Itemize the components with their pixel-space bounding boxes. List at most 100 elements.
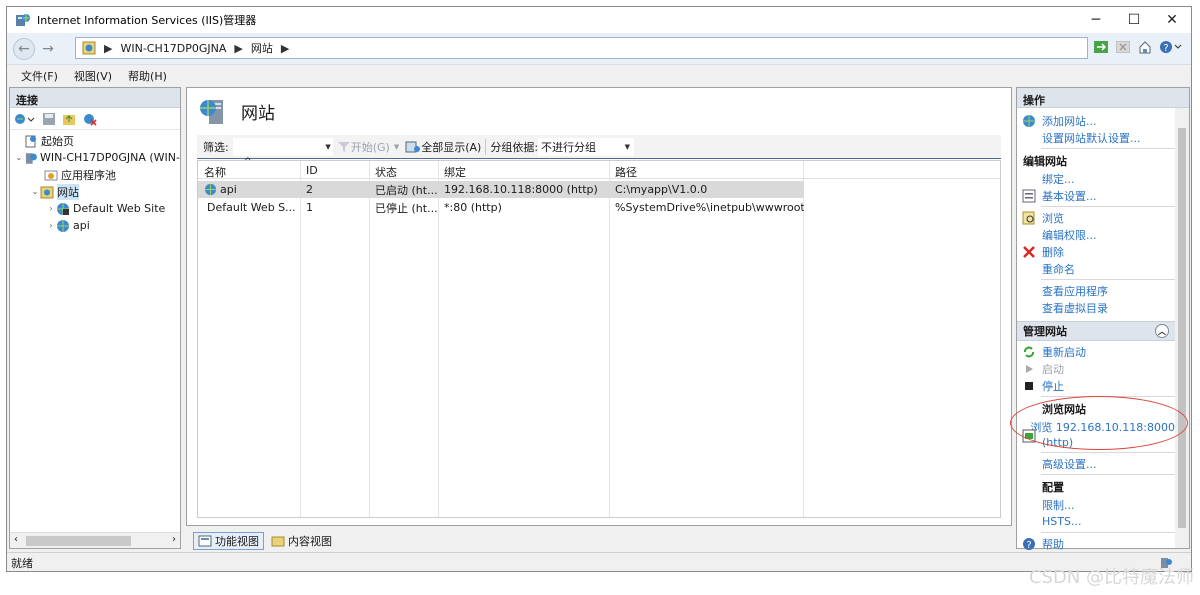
collapse-chevron-icon[interactable]: ⌄ [30,187,40,196]
table-row[interactable]: api 2 已启动 (ht... 192.168.10.118:8000 (ht… [198,181,804,198]
menu-help[interactable]: 帮助(H) [128,68,167,84]
connections-hscrollbar[interactable]: ‹ › [10,532,180,548]
action-advanced-settings[interactable]: 高级设置... [1017,455,1175,472]
collapse-chevron-icon[interactable]: ︿ [1155,324,1169,338]
vscroll-thumb[interactable] [1178,128,1186,528]
action-start[interactable]: 启动 [1017,360,1175,377]
group-by-select[interactable]: 不进行分组 ▼ [538,137,635,156]
breadcrumb-sites[interactable]: 网站 [251,40,273,56]
action-help[interactable]: ? 帮助 [1017,535,1175,552]
features-view-icon [198,535,212,547]
page-title: 网站 [199,96,275,126]
minimize-button[interactable]: ─ [1077,7,1115,33]
delete-x-icon [1021,244,1037,260]
table-row[interactable]: Default Web S... 1 已停止 (ht... *:80 (http… [198,199,804,216]
filter-input[interactable]: ▼ [232,137,333,156]
action-add-site[interactable]: 添加网站... [1017,112,1175,129]
address-row: ← → ▶ WIN-CH17DP0GJNA ▶ 网站 ▶ ? [7,33,1191,65]
save-icon[interactable] [42,112,56,126]
filter-label: 筛选: [203,140,229,154]
action-edit-permissions[interactable]: 编辑权限... [1017,226,1175,243]
divider [1041,452,1175,453]
maximize-button[interactable]: ☐ [1115,7,1153,33]
scroll-right-icon[interactable]: › [172,534,176,545]
refresh-icon[interactable] [1093,39,1109,55]
help-circle-icon: ? [1021,536,1037,552]
cell-name: api [198,181,300,198]
iis-app-icon [16,14,30,26]
up-folder-icon[interactable] [62,112,76,126]
breadcrumb-separator-icon: ▶ [280,41,290,55]
scroll-left-icon[interactable]: ‹ [14,534,18,545]
back-button[interactable]: ← [13,38,35,60]
dropdown-arrow-icon[interactable]: ▼ [325,143,330,151]
action-rename[interactable]: 重命名 [1017,260,1175,277]
window-title: Internet Information Services (IIS)管理器 [37,14,257,27]
column-header-status[interactable]: 状态 [369,161,438,179]
hscroll-thumb[interactable] [26,536,131,546]
forward-button[interactable]: → [37,38,59,60]
breadcrumb-server[interactable]: WIN-CH17DP0GJNA [120,42,226,55]
action-browse[interactable]: 浏览 [1017,209,1175,226]
divider [1041,206,1175,207]
home-icon[interactable] [1137,39,1153,55]
breadcrumb-separator-icon: ▶ [104,41,113,55]
tree-item-sites[interactable]: ⌄ 网站 [10,183,180,200]
column-header-binding[interactable]: 绑定 [438,161,609,179]
connections-tree: 起始页 ⌄ WIN-CH17DP0GJNA (WIN- 应用程序池 ⌄ 网站 ›… [10,130,180,234]
start-filter-button[interactable]: 开始(G) [337,139,390,155]
section-edit-site: 编辑网站 [1023,154,1067,168]
status-bar: 就绪 [7,552,1191,571]
view-tabs: 功能视图 内容视图 [193,532,337,550]
show-all-button[interactable]: 全部显示(A) [405,139,481,155]
expand-chevron-icon[interactable]: › [46,204,56,213]
action-view-virtual-dirs[interactable]: 查看虚拟目录 [1017,299,1175,316]
delete-connection-icon[interactable] [82,112,98,126]
stop-icon[interactable] [1115,39,1131,55]
forward-arrow-icon: → [42,41,54,57]
svg-text:?: ? [1026,540,1031,551]
cell-binding: 192.168.10.118:8000 (http) [444,183,598,196]
tree-item-app-pools[interactable]: 应用程序池 [10,166,180,183]
action-limits[interactable]: 限制... [1017,496,1175,513]
section-configure: 配置 [1042,480,1064,494]
dropdown-arrow-icon[interactable]: ▼ [394,143,399,151]
action-restart[interactable]: 重新启动 [1017,343,1175,360]
action-view-applications[interactable]: 查看应用程序 [1017,282,1175,299]
action-delete[interactable]: 删除 [1017,243,1175,260]
action-stop[interactable]: 停止 [1017,377,1175,394]
actions-header: 操作 [1017,88,1189,108]
action-bindings[interactable]: 绑定... [1017,170,1175,187]
show-all-icon [405,141,421,152]
expand-chevron-icon[interactable]: › [46,221,56,230]
menu-view[interactable]: 视图(V) [74,68,112,84]
close-button[interactable]: ✕ [1153,7,1191,33]
table-header: 名称 ^ ID 状态 绑定 路径 [198,157,1000,179]
tree-item-server[interactable]: ⌄ WIN-CH17DP0GJNA (WIN- [10,149,180,166]
action-hsts[interactable]: HSTS... [1017,513,1175,530]
connect-icon[interactable] [14,112,36,126]
divider [1041,474,1175,475]
tree-item-api[interactable]: › api [10,217,180,234]
menu-file[interactable]: 文件(F) [21,68,58,84]
group-by-label: 分组依据: [490,140,539,154]
action-basic-settings[interactable]: 基本设置... [1017,187,1175,204]
column-header-name[interactable]: 名称 ^ [198,157,300,179]
action-site-defaults[interactable]: 设置网站默认设置... [1017,129,1175,146]
add-site-icon [1021,113,1037,129]
actions-vscrollbar[interactable] [1175,108,1189,548]
connections-header: 连接 [10,88,180,108]
collapse-chevron-icon[interactable]: ⌄ [14,153,24,162]
connections-pane: 连接 起始页 ⌄ WIN-CH17DP0GJNA (WIN- 应用程序池 ⌄ 网… [9,87,181,549]
tree-item-default-web-site[interactable]: › Default Web Site [10,200,180,217]
tab-content-view[interactable]: 内容视图 [266,532,337,550]
help-icon[interactable]: ? [1159,39,1183,55]
back-arrow-icon: ← [18,41,30,57]
address-bar[interactable]: ▶ WIN-CH17DP0GJNA ▶ 网站 ▶ [75,37,1088,59]
column-header-path[interactable]: 路径 [609,161,803,179]
cell-status: 已停止 (ht... [375,201,438,215]
tree-item-start-page[interactable]: 起始页 [10,132,180,149]
tab-features-view[interactable]: 功能视图 [193,532,264,550]
start-page-icon [25,135,36,147]
column-header-id[interactable]: ID [300,161,369,178]
